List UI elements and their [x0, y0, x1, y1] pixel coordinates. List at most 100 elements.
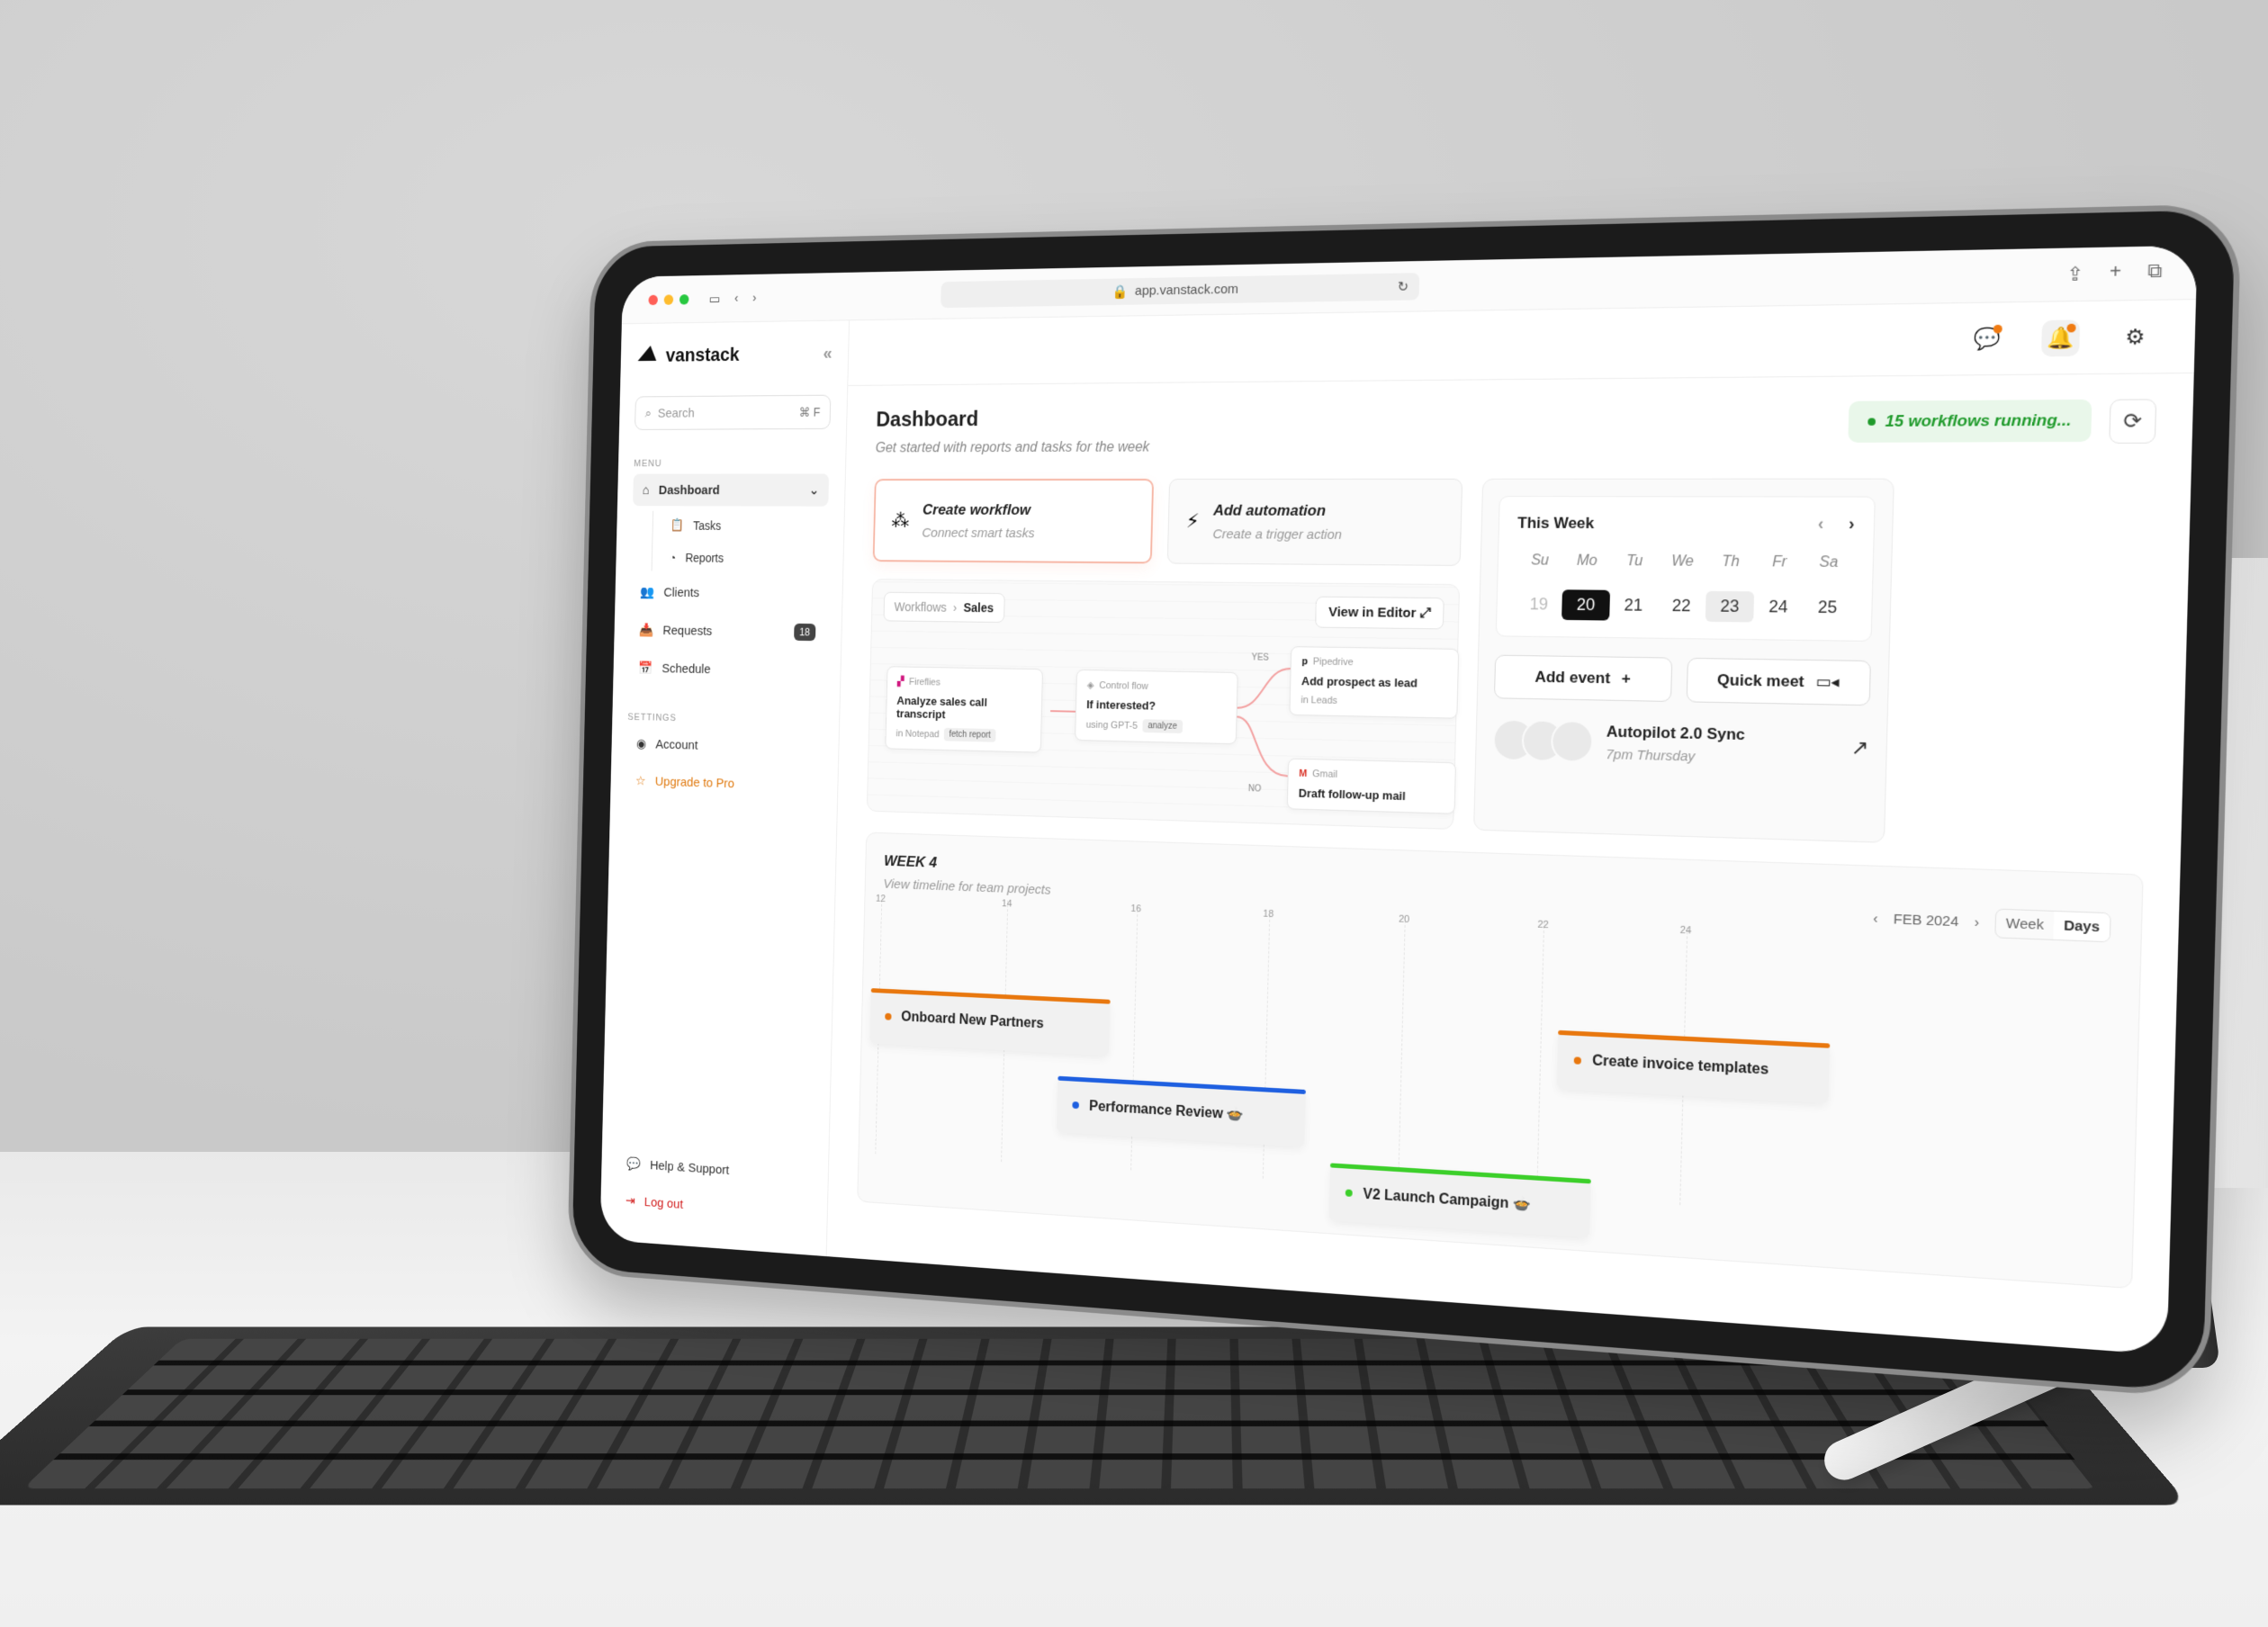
week-panel: This Week ‹ › Su Mo Tu We Th Fr Sa 19 20 21 22 23 2…: [1473, 478, 1894, 843]
user-circle-icon: ◉: [635, 736, 647, 751]
tick-label: 18: [1263, 908, 1274, 921]
tick-label: 12: [875, 893, 886, 904]
main: 💬 🔔 ⚙ Dashboard Get started with reports…: [827, 300, 2196, 1355]
plug-icon: ⚡: [1185, 509, 1200, 533]
weekday-label: Tu: [1625, 553, 1643, 570]
home-icon: ⌂: [642, 482, 650, 498]
sidebar-item-label: Clients: [663, 585, 700, 600]
calendar-date[interactable]: 19: [1515, 589, 1562, 620]
search-input[interactable]: ⌕ Search ⌘ F: [634, 394, 832, 430]
minimize-dot-icon[interactable]: [663, 293, 674, 305]
sidebar-item-dashboard[interactable]: ⌂ Dashboard ⌄: [633, 473, 830, 507]
new-tab-icon[interactable]: +: [2110, 261, 2122, 285]
users-icon: 👥: [639, 585, 655, 600]
forward-icon[interactable]: ›: [752, 291, 757, 305]
task-label: Create invoice templates: [1591, 1053, 1769, 1078]
task-dot: [885, 1012, 892, 1020]
calendar-date[interactable]: 21: [1609, 590, 1658, 621]
clipboard-icon: 📋: [670, 517, 684, 532]
sidebar-item-clients[interactable]: 👥 Clients: [630, 576, 826, 610]
node-title: Analyze sales call transcript: [896, 694, 988, 722]
workflow-node-fireflies[interactable]: ▞ Fireflies Analyze sales call transcript…: [885, 666, 1043, 753]
calendar-date[interactable]: 20: [1562, 589, 1610, 621]
refresh-button[interactable]: ⟳: [2109, 399, 2157, 444]
gear-icon: ⚙: [2124, 324, 2146, 349]
view-week-option[interactable]: Week: [1995, 910, 2054, 939]
logout-button[interactable]: ⇥ Log out: [616, 1183, 811, 1229]
tick-label: 20: [1398, 913, 1410, 926]
prev-month-icon[interactable]: ‹: [1873, 911, 1878, 927]
calendar-date[interactable]: 23: [1705, 590, 1755, 623]
chevron-down-icon[interactable]: ⌄: [809, 482, 820, 498]
task-label: Performance Review 🍲: [1088, 1099, 1245, 1123]
sidebar-item-upgrade[interactable]: ☆ Upgrade to Pro: [626, 764, 822, 802]
sidebar-item-label: Schedule: [662, 661, 711, 677]
star-icon: ☆: [634, 773, 646, 789]
sidebar-toggle-icon[interactable]: ▭: [709, 291, 721, 306]
pipedrive-icon: p: [1301, 656, 1309, 668]
sidebar-item-schedule[interactable]: 📅 Schedule: [628, 652, 824, 688]
control-flow-icon: ◈: [1086, 679, 1094, 691]
back-icon[interactable]: ‹: [734, 291, 739, 305]
page-title: Dashboard: [876, 407, 979, 432]
sidebar-item-label: Requests: [662, 623, 713, 639]
prev-week-icon[interactable]: ‹: [1818, 514, 1824, 534]
add-event-label: Add event: [1534, 668, 1611, 688]
card-title: Create workflow: [922, 500, 1031, 518]
next-month-icon[interactable]: ›: [1975, 914, 1980, 930]
timeline-month: FEB 2024: [1893, 911, 1959, 930]
calendar-date[interactable]: 22: [1657, 590, 1706, 622]
view-in-editor-button[interactable]: View in Editor ⤢: [1315, 596, 1444, 630]
chat-bubbles-icon: 💬: [626, 1156, 642, 1173]
sidebar-item-requests[interactable]: 📥 Requests 18: [629, 613, 825, 650]
url-bar[interactable]: 🔒 app.vanstack.com ↻: [940, 272, 1420, 308]
sidebar-item-account[interactable]: ◉ Account: [626, 727, 823, 764]
tabs-icon[interactable]: ⧉: [2147, 261, 2163, 285]
sidebar-item-label: Dashboard: [658, 482, 720, 498]
node-title: If interested?: [1086, 697, 1156, 713]
logout-label: Log out: [644, 1194, 684, 1212]
quick-meet-button[interactable]: Quick meet ▭◂: [1686, 657, 1871, 706]
meeting-time: 7pm Thursday: [1606, 746, 1696, 765]
upcoming-meeting[interactable]: Autopilot 2.0 Sync 7pm Thursday ↗: [1492, 718, 1869, 770]
node-meta: in Leads: [1300, 695, 1338, 706]
search-placeholder: Search: [657, 405, 696, 421]
external-link-icon[interactable]: ↗: [1850, 735, 1868, 760]
sidebar-item-reports[interactable]: ◔ Reports: [662, 544, 827, 573]
close-dot-icon[interactable]: [648, 294, 659, 305]
logo-icon: [636, 344, 659, 368]
sidebar-item-label: Tasks: [692, 517, 722, 533]
add-event-button[interactable]: Add event +: [1493, 654, 1673, 703]
card-subtitle: Create a trigger action: [1212, 526, 1343, 543]
timeline-tick: 22: [1536, 920, 1549, 1197]
view-days-option[interactable]: Days: [2053, 911, 2110, 942]
workflows-running-badge[interactable]: 15 workflows running...: [1848, 399, 2092, 443]
messages-dot: [1993, 324, 2002, 333]
brand[interactable]: vanstack «: [636, 341, 832, 367]
calendar-date[interactable]: 24: [1753, 591, 1803, 623]
weekday-label: Mo: [1576, 553, 1598, 570]
collapse-sidebar-icon[interactable]: «: [823, 344, 832, 364]
workflow-node-control-flow[interactable]: ◈ Control flow If interested? using GPT-5…: [1075, 669, 1238, 745]
sidebar-item-label: Account: [655, 736, 698, 752]
workflow-node-gmail[interactable]: M Gmail Draft follow-up mail: [1286, 758, 1457, 814]
notifications-button[interactable]: 🔔: [2040, 319, 2081, 356]
workflow-node-pipedrive[interactable]: p Pipedrive Add prospect as lead in Leads: [1289, 646, 1460, 719]
week-calendar: This Week ‹ › Su Mo Tu We Th Fr Sa 19 20 21 22 23 2…: [1495, 496, 1876, 643]
create-workflow-card[interactable]: ⁂ Create workflow Connect smart tasks: [872, 478, 1155, 564]
maximize-dot-icon[interactable]: [679, 293, 689, 305]
reload-icon[interactable]: ↻: [1398, 278, 1409, 294]
quick-meet-label: Quick meet: [1716, 670, 1804, 691]
messages-button[interactable]: 💬: [1968, 320, 2007, 357]
sidebar-item-tasks[interactable]: 📋 Tasks: [662, 511, 828, 540]
task-dot: [1072, 1101, 1080, 1110]
timeline: WEEK 4 View timeline for team projects ‹…: [857, 831, 2144, 1290]
tick-label: 22: [1537, 919, 1549, 931]
node-source: Control flow: [1099, 679, 1149, 692]
calendar-date[interactable]: 25: [1803, 592, 1853, 624]
task-label: V2 Launch Campaign 🍲: [1363, 1186, 1532, 1213]
share-icon[interactable]: ⇪: [2066, 262, 2084, 286]
add-automation-card[interactable]: ⚡ Add automation Create a trigger action: [1166, 478, 1463, 566]
settings-button[interactable]: ⚙: [2115, 319, 2155, 355]
next-week-icon[interactable]: ›: [1849, 514, 1855, 534]
